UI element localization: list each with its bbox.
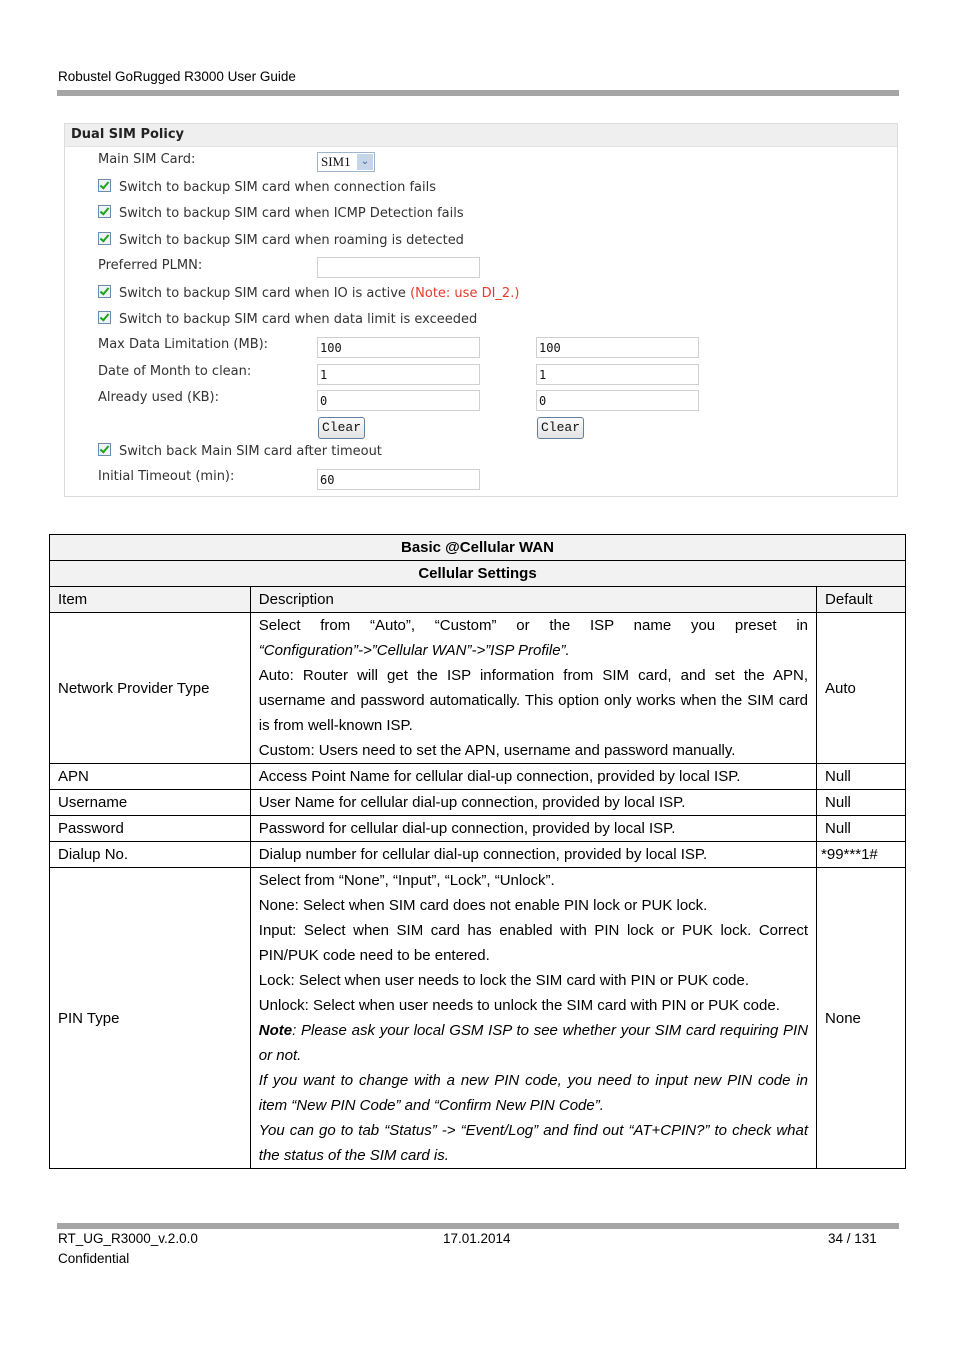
checkbox-checked-icon[interactable] — [98, 232, 111, 245]
desc-line: Unlock: Select when user needs to unlock… — [258, 997, 780, 1014]
column-header-item: Item — [49, 586, 251, 613]
footer-classification: Confidential — [58, 1251, 130, 1266]
row-description: Select from “None”, “Input”, “Lock”, “Un… — [249, 867, 818, 1169]
footer-page-number: 34 / 131 — [828, 1231, 877, 1246]
desc-line: Auto: Router will get the ISP informatio… — [258, 667, 809, 734]
clear-sim2-button[interactable]: Clear — [537, 417, 585, 439]
desc-line: Input: Select when SIM card has enabled … — [258, 922, 809, 964]
checkbox-row-roaming[interactable]: Switch to backup SIM card when roaming i… — [98, 230, 464, 252]
table-row: Password Password for cellular dial-up c… — [49, 815, 906, 842]
footer-divider — [57, 1223, 899, 1229]
row-default: None — [816, 867, 906, 1169]
row-item: PIN Type — [49, 867, 251, 1169]
row-description: Dialup number for cellular dial-up conne… — [249, 841, 818, 868]
checkbox-row-connection-fails[interactable]: Switch to backup SIM card when connectio… — [98, 177, 436, 199]
table-row: Dialup No. Dialup number for cellular di… — [49, 841, 906, 868]
document-header-title: Robustel GoRugged R3000 User Guide — [58, 69, 296, 84]
max-data-label: Max Data Limitation (MB): — [98, 337, 269, 352]
note-label: Note — [258, 1022, 293, 1039]
row-item: Dialup No. — [49, 841, 251, 868]
column-header-default: Default — [816, 586, 906, 613]
row-item: Network Provider Type — [49, 612, 251, 764]
row-item: Username — [49, 789, 251, 816]
main-sim-select[interactable]: SIM1 ⌄ — [317, 152, 375, 172]
max-data-sim2-input[interactable]: 100 — [536, 337, 699, 358]
desc-line: Lock: Select when user needs to lock the… — [258, 972, 750, 989]
io-note: (Note: use DI_2.) — [410, 286, 520, 301]
row-item: Password — [49, 815, 251, 842]
desc-line: You can go to tab “Status” -> “Event/Log… — [258, 1122, 809, 1164]
row-description: User Name for cellular dial-up connectio… — [249, 789, 818, 816]
row-item: APN — [49, 763, 251, 790]
desc-line: “Configuration”->”Cellular WAN”->”ISP Pr… — [258, 642, 570, 659]
already-used-sim2-input[interactable]: 0 — [536, 390, 699, 411]
already-used-label: Already used (KB): — [98, 390, 219, 405]
main-sim-label: Main SIM Card: — [98, 152, 196, 167]
panel-title: Dual SIM Policy — [65, 124, 897, 147]
chevron-down-icon[interactable]: ⌄ — [357, 154, 373, 170]
desc-line: If you want to change with a new PIN cod… — [258, 1072, 809, 1114]
checkbox-label: Switch to backup SIM card when IO is act… — [119, 286, 406, 301]
table-subtitle: Cellular Settings — [49, 560, 906, 587]
column-header-description: Description — [249, 586, 818, 613]
checkbox-row-switch-back[interactable]: Switch back Main SIM card after timeout — [98, 441, 382, 463]
checkbox-row-io-active[interactable]: Switch to backup SIM card when IO is act… — [98, 283, 519, 305]
checkbox-label: Switch to backup SIM card when roaming i… — [119, 233, 464, 248]
checkbox-checked-icon[interactable] — [98, 179, 111, 192]
row-default: Auto — [816, 612, 906, 764]
row-description: Password for cellular dial-up connection… — [249, 815, 818, 842]
preferred-plmn-label: Preferred PLMN: — [98, 258, 203, 273]
checkbox-checked-icon[interactable] — [98, 205, 111, 218]
checkbox-checked-icon[interactable] — [98, 311, 111, 324]
footer-doc-id: RT_UG_R3000_v.2.0.0 — [58, 1231, 198, 1246]
table-header-row: Item Description Default — [49, 586, 906, 613]
table-row: Username User Name for cellular dial-up … — [49, 789, 906, 816]
date-clean-label: Date of Month to clean: — [98, 364, 252, 379]
preferred-plmn-input[interactable] — [317, 257, 480, 278]
initial-timeout-label: Initial Timeout (min): — [98, 469, 235, 484]
table-row: PIN Type Select from “None”, “Input”, “L… — [49, 867, 906, 1169]
checkbox-label: Switch to backup SIM card when ICMP Dete… — [119, 206, 464, 221]
row-default: Null — [816, 815, 906, 842]
row-description: Access Point Name for cellular dial-up c… — [249, 763, 818, 790]
dual-sim-policy-panel: Dual SIM Policy Main SIM Card: SIM1 ⌄ Sw… — [64, 123, 898, 497]
table-row: Network Provider Type Select from “Auto”… — [49, 612, 906, 764]
table-row: APN Access Point Name for cellular dial-… — [49, 763, 906, 790]
header-divider — [57, 90, 899, 96]
already-used-sim1-input[interactable]: 0 — [317, 390, 480, 411]
checkbox-row-data-limit[interactable]: Switch to backup SIM card when data limi… — [98, 309, 477, 331]
desc-line: None: Select when SIM card does not enab… — [258, 897, 708, 914]
checkbox-label: Switch to backup SIM card when data limi… — [119, 312, 478, 327]
date-clean-sim1-input[interactable]: 1 — [317, 364, 480, 385]
checkbox-label: Switch back Main SIM card after timeout — [119, 444, 382, 459]
checkbox-checked-icon[interactable] — [98, 443, 111, 456]
footer-date: 17.01.2014 — [443, 1231, 511, 1246]
checkbox-label: Switch to backup SIM card when connectio… — [119, 180, 437, 195]
table-title: Basic @Cellular WAN — [49, 534, 906, 561]
row-description: Select from “Auto”, “Custom” or the ISP … — [249, 612, 818, 764]
desc-line: Select from “Auto”, “Custom” or the ISP … — [258, 617, 809, 634]
note-text: : Please ask your local GSM ISP to see w… — [258, 1022, 809, 1064]
desc-line: Select from “None”, “Input”, “Lock”, “Un… — [258, 872, 555, 889]
desc-line: Custom: Users need to set the APN, usern… — [258, 742, 736, 759]
initial-timeout-input[interactable]: 60 — [317, 469, 480, 490]
max-data-sim1-input[interactable]: 100 — [317, 337, 480, 358]
row-default: Null — [816, 789, 906, 816]
desc-note-line: Note: Please ask your local GSM ISP to s… — [259, 1018, 808, 1068]
row-default: *99***1# — [816, 841, 906, 868]
cellular-settings-table: Basic @Cellular WAN Cellular Settings It… — [49, 534, 906, 1169]
checkbox-checked-icon[interactable] — [98, 285, 111, 298]
clear-sim1-button[interactable]: Clear — [318, 417, 366, 439]
main-sim-value: SIM1 — [321, 154, 351, 169]
checkbox-row-icmp-fails[interactable]: Switch to backup SIM card when ICMP Dete… — [98, 203, 464, 225]
row-default: Null — [816, 763, 906, 790]
date-clean-sim2-input[interactable]: 1 — [536, 364, 699, 385]
